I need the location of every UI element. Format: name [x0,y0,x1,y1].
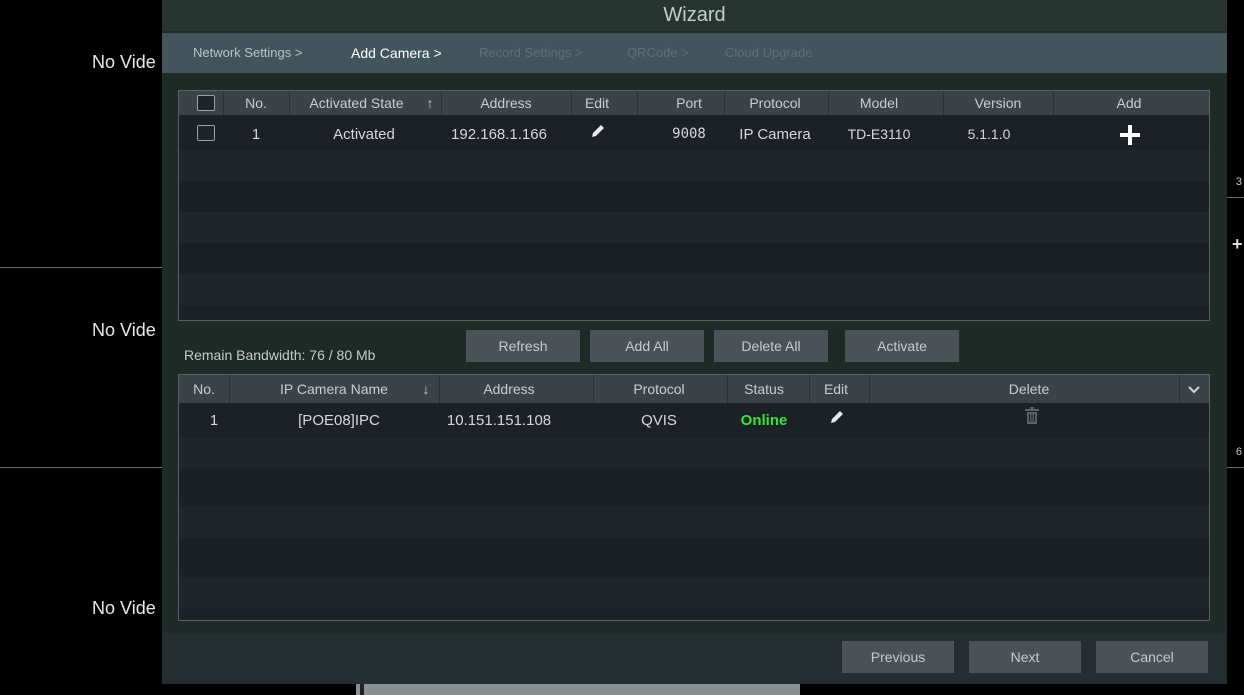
grid-divider [1227,467,1244,468]
cell-model: TD-E3110 [847,126,911,142]
col-edit: Edit [823,381,849,397]
search-camera-table: No. Activated State ↑ Address Edit Port … [178,90,1210,321]
breadcrumb-qrcode[interactable]: QRCode > [627,27,689,79]
no-video-label: No Vide [92,598,156,618]
table-row[interactable]: 1 [POE08]IPC 10.151.151.108 QVIS Online [179,405,1209,436]
row-checkbox[interactable] [197,125,215,141]
col-port: Port [676,95,702,111]
channel-number: 3 [1235,176,1242,188]
no-video-label: No Vide [92,320,156,340]
cell-activated-state: Activated [333,126,395,143]
activate-button[interactable]: Activate [845,330,959,362]
col-ip-camera-name[interactable]: IP Camera Name [269,375,399,399]
trash-icon[interactable] [1017,405,1047,436]
breadcrumb-record-settings[interactable]: Record Settings > [479,27,583,79]
select-all-checkbox[interactable] [197,95,215,111]
table-header: No. IP Camera Name ↓ Address Protocol St… [179,375,1209,403]
col-protocol: Protocol [749,95,801,111]
col-no: No. [193,381,215,397]
col-add: Add [1116,95,1142,111]
table-header: No. Activated State ↑ Address Edit Port … [179,91,1209,115]
breadcrumb-cloud-upgrade[interactable]: Cloud Upgrade [725,27,812,79]
camera-preview-strip [356,684,800,695]
col-edit: Edit [584,95,610,111]
cell-ip-camera-name: [POE08]IPC [298,412,380,429]
sort-up-icon[interactable]: ↑ [423,91,437,115]
col-status: Status [744,381,784,397]
cell-no: 1 [209,412,219,429]
wizard-dialog: Wizard Network Settings > Add Camera > R… [162,0,1227,684]
cancel-button[interactable]: Cancel [1096,641,1208,673]
col-protocol: Protocol [633,381,685,397]
breadcrumb-add-camera[interactable]: Add Camera > [351,27,442,79]
no-video-label: No Vide [92,52,156,72]
col-activated-state[interactable]: Activated State [294,91,419,115]
col-address: Address [483,381,535,397]
col-no: No. [245,95,267,111]
breadcrumb-network-settings[interactable]: Network Settings > [193,27,302,79]
add-camera-plus-icon[interactable] [1115,119,1145,150]
camera-preview-edge [360,684,364,695]
cell-protocol: QVIS [641,412,677,429]
edit-icon[interactable] [583,119,613,150]
previous-button[interactable]: Previous [842,641,954,673]
wizard-title: Wizard [162,0,1227,31]
table-row[interactable]: 1 Activated 192.168.1.166 9008 IP Camera… [179,119,1209,150]
sort-down-icon[interactable]: ↓ [419,375,433,399]
added-camera-table: No. IP Camera Name ↓ Address Protocol St… [178,374,1210,621]
plus-icon[interactable]: + [1232,234,1243,255]
add-all-button[interactable]: Add All [590,330,704,362]
wizard-footer: Previous Next Cancel [162,633,1227,684]
cell-address: 192.168.1.166 [451,126,547,143]
grid-divider [1227,197,1244,198]
cell-port: 9008 [672,126,706,142]
cell-version: 5.1.1.0 [967,126,1011,142]
column-dropdown-icon[interactable] [1184,375,1204,399]
cell-no: 1 [251,126,261,143]
col-version: Version [974,95,1022,111]
delete-all-button[interactable]: Delete All [714,330,828,362]
remain-bandwidth: Remain Bandwidth: 76 / 80 Mb [184,347,376,363]
col-address: Address [480,95,532,111]
cell-status: Online [740,412,788,429]
breadcrumb: Network Settings > Add Camera > Record S… [162,33,1227,73]
refresh-button[interactable]: Refresh [466,330,580,362]
next-button[interactable]: Next [969,641,1081,673]
edit-icon[interactable] [822,405,852,436]
camera-tile-2[interactable]: No Vide [0,198,162,468]
col-delete: Delete [1008,381,1050,397]
camera-tile-3[interactable]: No Vide [0,468,162,695]
channel-number: 6 [1235,446,1242,458]
cell-address: 10.151.151.108 [446,412,552,429]
col-model: Model [859,95,899,111]
cell-protocol: IP Camera [739,126,811,143]
